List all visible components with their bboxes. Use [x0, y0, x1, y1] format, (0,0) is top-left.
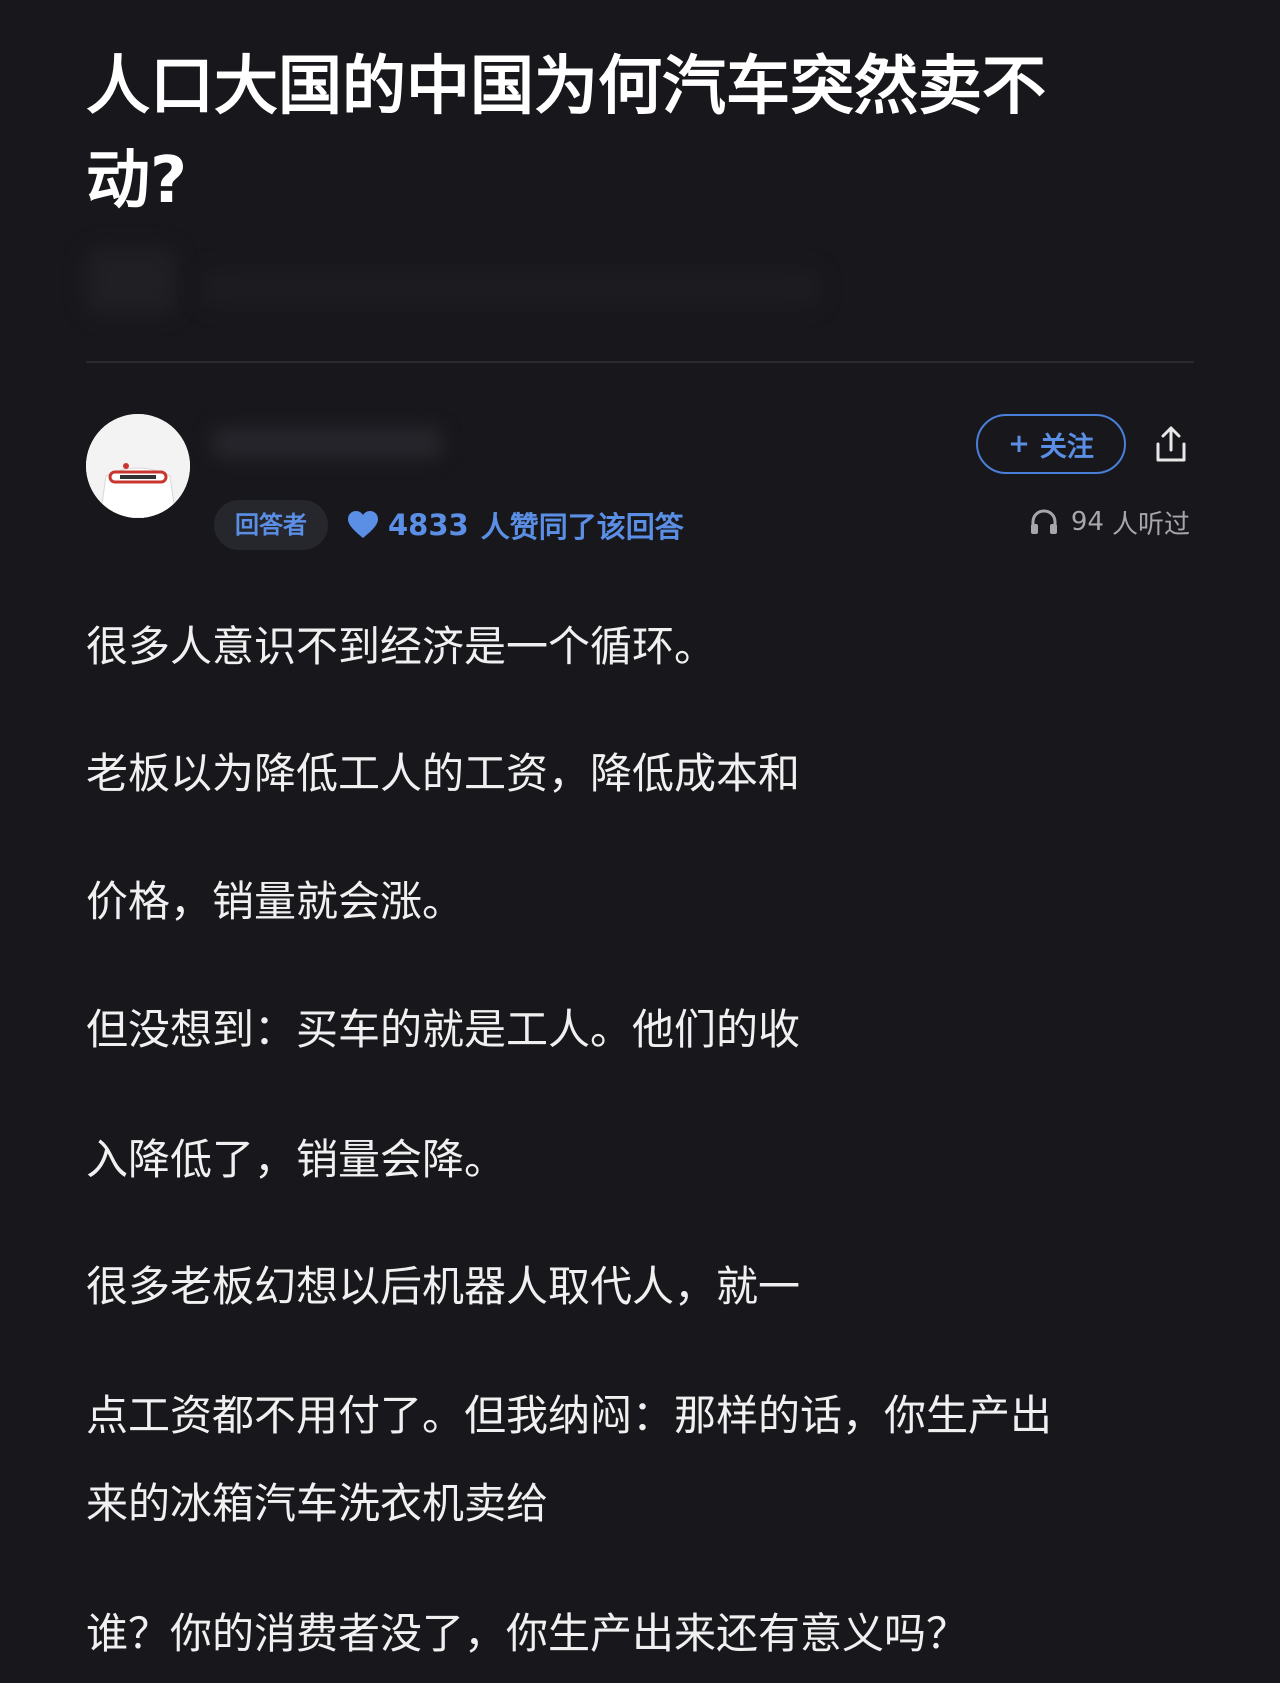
answer-paragraph: 但没想到：买车的就是工人。他们的收	[86, 1005, 801, 1054]
answer-paragraph: 入降低了，销量会降。	[86, 1135, 507, 1184]
plus-icon: +	[1008, 429, 1030, 459]
answer-paragraph: 很多人意识不到经济是一个循环。	[86, 622, 717, 671]
blurred-question-detail-text	[200, 270, 820, 306]
headphones-icon	[1030, 509, 1057, 534]
answer-paragraph: 来的冰箱汽车洗衣机卖给	[86, 1479, 549, 1528]
question-title[interactable]: 人口大国的中国为何汽车突然卖不动?	[86, 40, 1136, 228]
likes-summary: 4833 人赞同了该回答	[348, 503, 684, 547]
answer-paragraph: 很多老板幻想以后机器人取代人，就一	[86, 1262, 801, 1311]
answer-paragraph: 老板以为降低工人的工资，降低成本和	[86, 749, 801, 798]
likes-count: 4833	[388, 508, 469, 542]
share-icon[interactable]	[1152, 424, 1190, 464]
likes-label: 人赞同了该回答	[480, 510, 684, 544]
answer-paragraph: 谁？你的消费者没了，你生产出来还有意义吗？	[86, 1609, 969, 1658]
blurred-question-detail	[86, 248, 176, 314]
follow-label: 关注	[1039, 431, 1094, 463]
answer-page: 人口大国的中国为何汽车突然卖不动? 回答者 4833 人赞同了该回答 + 关注	[0, 0, 1280, 1683]
answer-paragraph: 价格，销量就会涨。	[86, 877, 465, 926]
heart-icon	[348, 511, 378, 538]
listen-count: 94	[1070, 507, 1104, 537]
answer-paragraph: 点工资都不用付了。但我纳闷：那样的话，你生产出	[86, 1391, 1053, 1440]
role-badge: 回答者	[214, 500, 328, 550]
avatar[interactable]	[86, 414, 190, 518]
listen-label: 人听过	[1111, 509, 1190, 540]
divider	[86, 361, 1194, 363]
listen-summary: 94 人听过	[1029, 502, 1190, 542]
author-name-blurred[interactable]	[212, 428, 442, 458]
follow-button[interactable]: + 关注	[976, 414, 1126, 474]
